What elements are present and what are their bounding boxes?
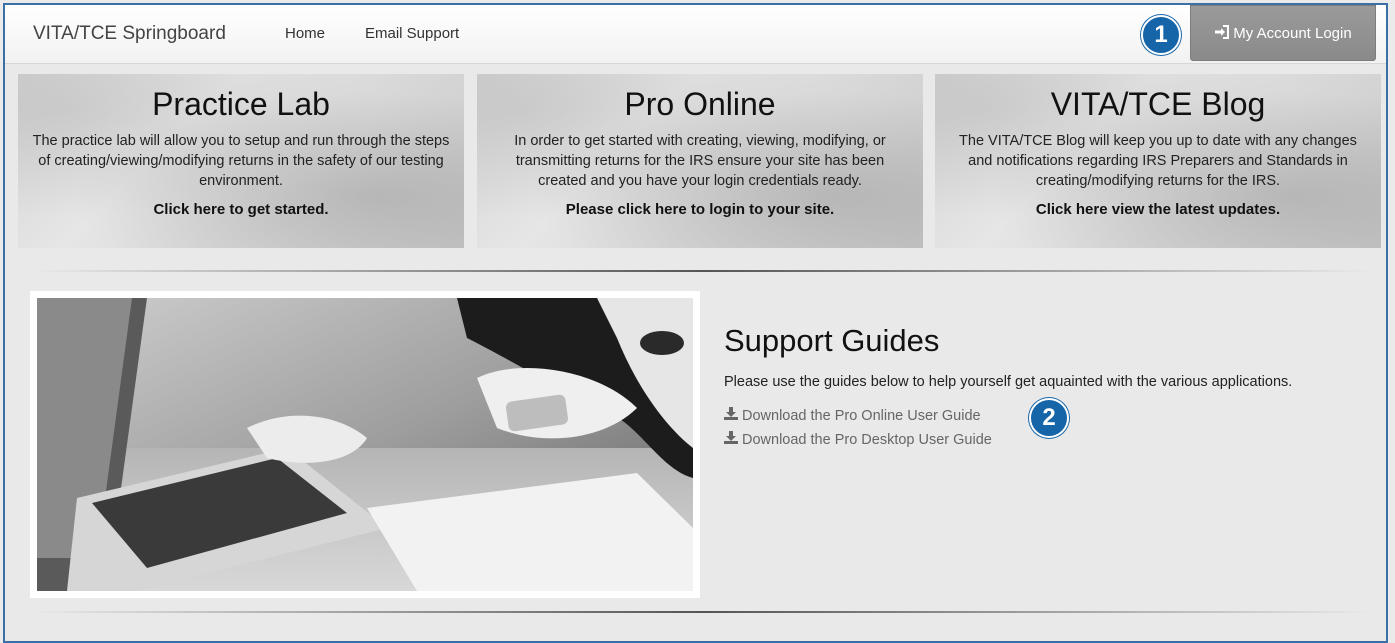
navbar: VITA/TCE Springboard Home Email Support … xyxy=(5,5,1386,64)
tile-title: Pro Online xyxy=(624,86,776,122)
page-frame: VITA/TCE Springboard Home Email Support … xyxy=(3,3,1388,643)
my-account-login-button[interactable]: My Account Login xyxy=(1190,5,1376,61)
nav-home-link[interactable]: Home xyxy=(285,25,325,42)
guide-link-label: Download the Pro Desktop User Guide xyxy=(742,431,992,448)
download-icon xyxy=(724,407,738,424)
callout-badge-1: 1 xyxy=(1141,15,1181,55)
support-guides-description: Please use the guides below to help your… xyxy=(724,374,1293,390)
download-pro-online-guide-link[interactable]: Download the Pro Online User Guide xyxy=(724,407,981,424)
photo-illustration xyxy=(37,298,693,591)
support-guides-title: Support Guides xyxy=(724,323,940,358)
tile-cta-link[interactable]: Please click here to login to your site. xyxy=(477,201,923,218)
blog-tile[interactable]: VITA/TCE Blog The VITA/TCE Blog will kee… xyxy=(935,74,1381,248)
download-icon xyxy=(724,431,738,448)
tile-description: The practice lab will allow you to setup… xyxy=(32,133,450,189)
sign-in-icon xyxy=(1214,24,1230,42)
tile-cta-link[interactable]: Click here to get started. xyxy=(18,201,464,218)
tile-title: Practice Lab xyxy=(152,86,330,122)
nav-email-support-link[interactable]: Email Support xyxy=(365,25,459,42)
section-divider xyxy=(33,611,1373,613)
pro-online-tile[interactable]: Pro Online In order to get started with … xyxy=(477,74,923,248)
callout-badge-2: 2 xyxy=(1029,398,1069,438)
laptop-photo xyxy=(30,291,700,598)
practice-lab-tile[interactable]: Practice Lab The practice lab will allow… xyxy=(18,74,464,248)
guide-link-label: Download the Pro Online User Guide xyxy=(742,407,981,424)
section-divider xyxy=(33,270,1373,272)
brand-link[interactable]: VITA/TCE Springboard xyxy=(33,23,226,45)
download-pro-desktop-guide-link[interactable]: Download the Pro Desktop User Guide xyxy=(724,431,992,448)
login-label: My Account Login xyxy=(1233,24,1352,42)
tile-title: VITA/TCE Blog xyxy=(1050,86,1266,122)
tile-description: In order to get started with creating, v… xyxy=(514,133,886,189)
tile-cta-link[interactable]: Click here view the latest updates. xyxy=(935,201,1381,218)
tile-description: The VITA/TCE Blog will keep you up to da… xyxy=(959,133,1357,189)
